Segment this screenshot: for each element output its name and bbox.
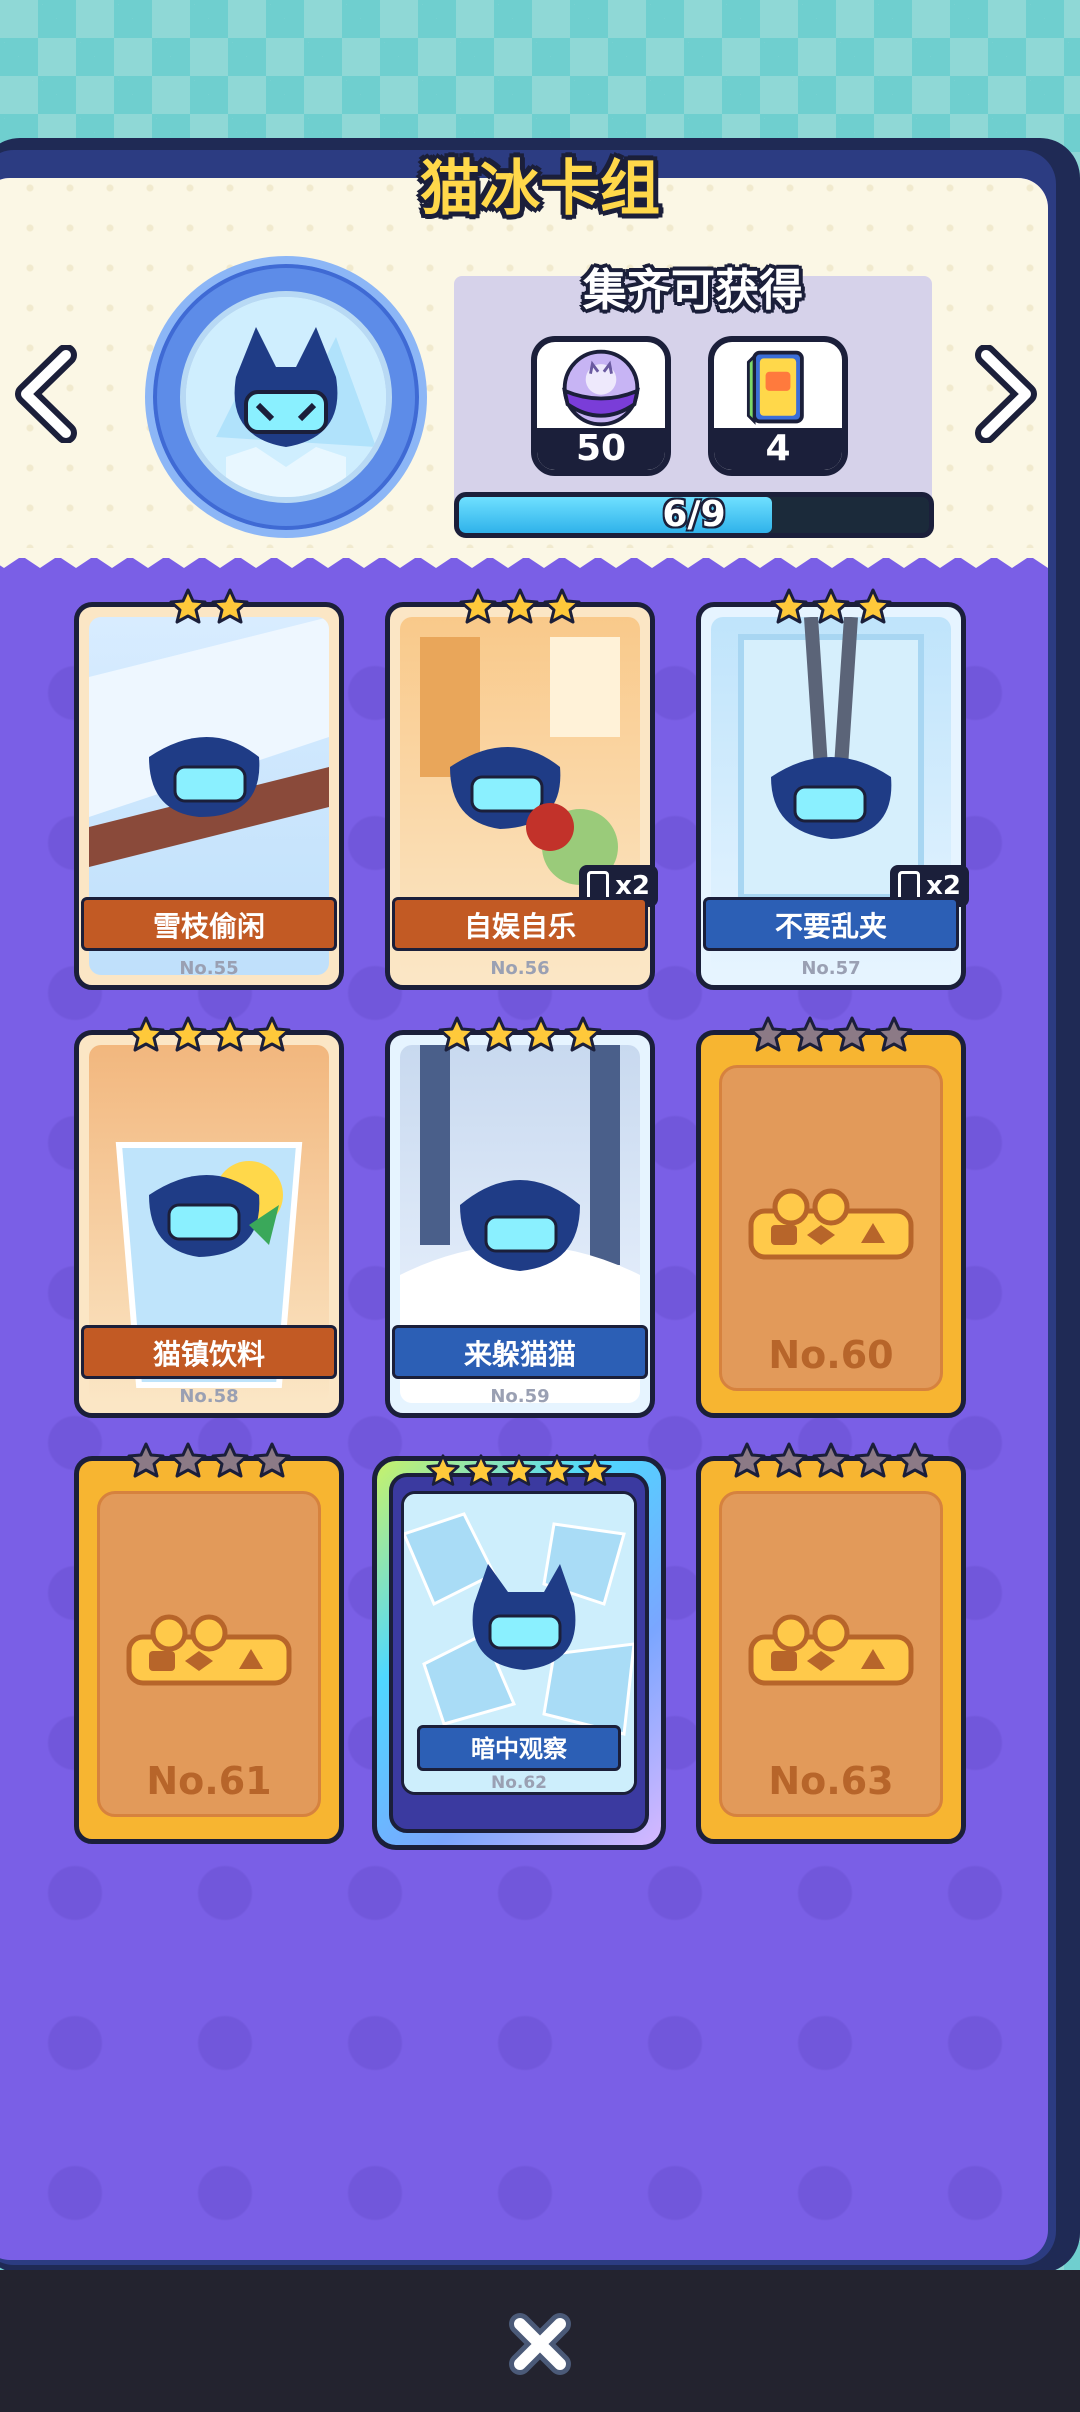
star-icon: [127, 1016, 165, 1052]
card-number: No.63: [768, 1759, 894, 1803]
card-56[interactable]: x2 自娱自乐 No.56: [385, 588, 658, 990]
star-icon: [253, 1016, 291, 1052]
cat-logo-icon: [126, 1614, 292, 1686]
star-rating: [390, 1015, 650, 1055]
star-icon: [253, 1442, 291, 1478]
card-name: 自娱自乐: [392, 897, 648, 951]
star-icon: [459, 588, 497, 624]
star-rating: [701, 587, 961, 627]
star-icon: [770, 588, 808, 624]
card-number: No.61: [146, 1759, 272, 1803]
chevron-left-icon: [15, 344, 77, 444]
card-number: No.58: [179, 1386, 239, 1407]
card-name: 雪枝偷闲: [81, 897, 337, 951]
star-icon: [522, 1016, 560, 1052]
cat-logo-icon: [748, 1614, 914, 1686]
star-rating: [79, 1015, 339, 1055]
star-rating: [79, 587, 339, 627]
star-icon: [169, 588, 207, 624]
card-name: 来躲猫猫: [392, 1325, 648, 1379]
star-icon: [211, 1016, 249, 1052]
card-62-special[interactable]: 暗中观察 No.62: [372, 1453, 666, 1850]
close-button[interactable]: [504, 2308, 576, 2380]
ice-cat-icon: [186, 297, 386, 497]
star-icon: [543, 588, 581, 624]
card-63-locked[interactable]: No.63: [696, 1442, 966, 1844]
next-set-button[interactable]: [968, 344, 1040, 444]
card-59[interactable]: 来躲猫猫 No.59: [385, 1016, 655, 1418]
star-icon: [812, 588, 850, 624]
close-icon: [509, 2313, 571, 2375]
star-icon: [770, 1442, 808, 1478]
card-name: 不要乱夹: [703, 897, 959, 951]
card-60-locked[interactable]: No.60: [696, 1016, 966, 1418]
card-pack-icon: [746, 350, 804, 425]
progress-text: 6/9: [662, 494, 726, 535]
card-set-title: 猫冰卡组: [420, 154, 660, 224]
cat-capsule-icon: [562, 349, 640, 427]
card-number: No.62: [490, 1773, 548, 1793]
star-rating: [377, 1453, 661, 1489]
star-icon: [854, 588, 892, 624]
set-medal-badge: [145, 256, 427, 538]
previous-set-button[interactable]: [12, 344, 84, 444]
reward-item-card-pack[interactable]: 4: [708, 336, 848, 476]
card-57[interactable]: x2 不要乱夹 No.57: [696, 588, 969, 990]
card-number: No.56: [490, 958, 550, 979]
star-icon: [854, 1442, 892, 1478]
star-rating: [701, 1441, 961, 1481]
star-rating: [79, 1441, 339, 1481]
star-icon: [540, 1454, 574, 1486]
card-55[interactable]: 雪枝偷闲 No.55: [74, 588, 344, 990]
chevron-right-icon: [975, 344, 1037, 444]
reward-title: 集齐可获得: [583, 265, 803, 316]
star-icon: [211, 1442, 249, 1478]
collection-progress-bar: 6/9: [454, 492, 934, 538]
card-61-locked[interactable]: No.61: [74, 1442, 344, 1844]
star-icon: [211, 588, 249, 624]
star-icon: [438, 1016, 476, 1052]
star-rating: [390, 587, 650, 627]
star-icon: [578, 1454, 612, 1486]
star-icon: [728, 1442, 766, 1478]
star-icon: [833, 1016, 871, 1052]
cat-logo-icon: [748, 1188, 914, 1260]
card-number: No.57: [801, 958, 861, 979]
card-number: No.55: [179, 958, 239, 979]
star-icon: [749, 1016, 787, 1052]
card-number: No.60: [768, 1333, 894, 1377]
card-name: 猫镇饮料: [81, 1325, 337, 1379]
reward-count: 50: [537, 428, 665, 470]
star-icon: [464, 1454, 498, 1486]
star-icon: [426, 1454, 460, 1486]
star-icon: [169, 1016, 207, 1052]
card-name: 暗中观察: [417, 1725, 621, 1771]
star-icon: [791, 1016, 829, 1052]
card-58[interactable]: 猫镇饮料 No.58: [74, 1016, 344, 1418]
star-icon: [812, 1442, 850, 1478]
star-icon: [127, 1442, 165, 1478]
star-icon: [480, 1016, 518, 1052]
star-icon: [896, 1442, 934, 1478]
star-icon: [502, 1454, 536, 1486]
star-icon: [564, 1016, 602, 1052]
reward-item-capsule[interactable]: 50: [531, 336, 671, 476]
card-number: No.59: [490, 1386, 550, 1407]
star-icon: [875, 1016, 913, 1052]
star-icon: [501, 588, 539, 624]
star-rating: [701, 1015, 961, 1055]
reward-count: 4: [714, 428, 842, 470]
star-icon: [169, 1442, 207, 1478]
